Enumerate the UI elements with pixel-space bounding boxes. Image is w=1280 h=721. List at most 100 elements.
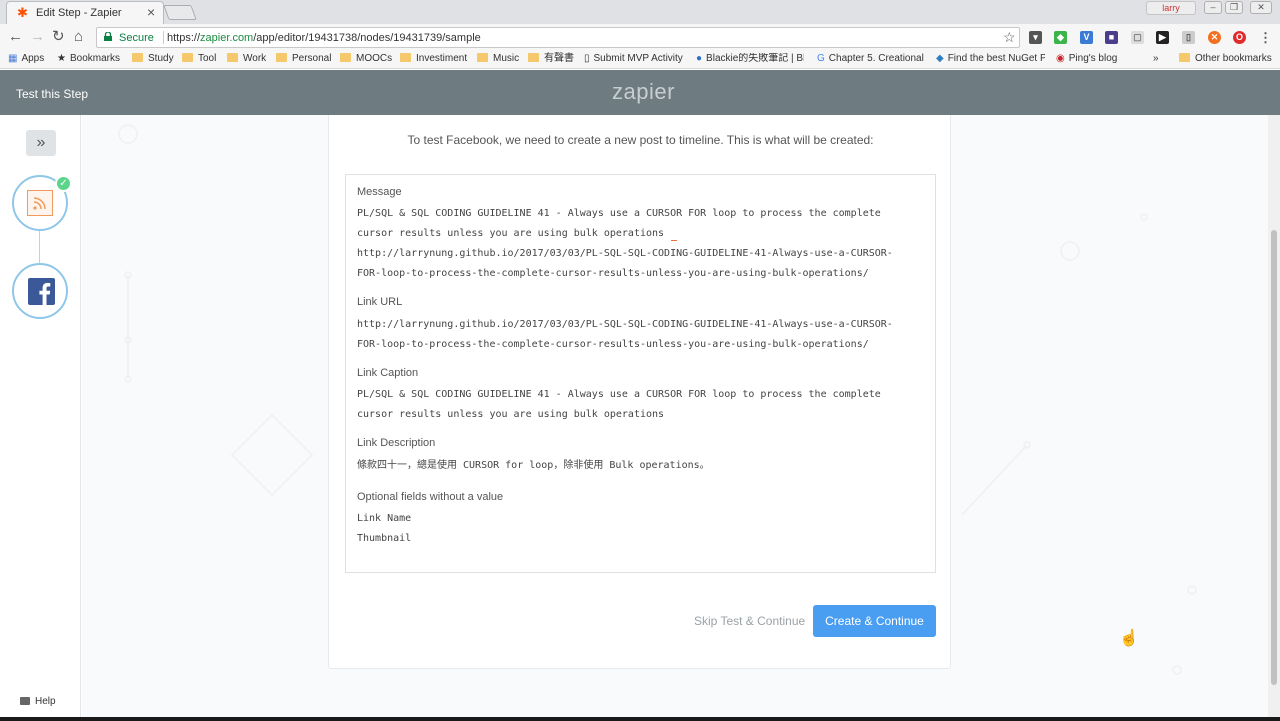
url-separator — [163, 31, 164, 44]
skip-test-button[interactable]: Skip Test & Continue — [694, 614, 805, 628]
link-caption-value-line-1: PL/SQL & SQL CODING GUIDELINE 41 - Alway… — [357, 389, 881, 400]
copy-extension-icon[interactable]: ▢ — [1131, 31, 1144, 44]
puzzle-extension-icon[interactable]: ■ — [1105, 31, 1118, 44]
bookmark-blackie[interactable]: ● Blackie的失敗筆記 | Bl — [696, 53, 804, 65]
link-caption-label: Link Caption — [357, 367, 419, 379]
help-button[interactable]: Help — [20, 696, 56, 707]
bookmark-nuget[interactable]: ◆ Find the best NuGet P — [936, 53, 1045, 65]
main-content: To test Facebook, we need to create a ne… — [82, 115, 1268, 717]
message-value-line-1: PL/SQL & SQL CODING GUIDELINE 41 - Alway… — [357, 208, 881, 219]
bookmarks-overflow-icon[interactable]: » — [1153, 53, 1159, 65]
tab-title: Edit Step - Zapier — [36, 7, 122, 19]
minimize-icon[interactable]: – — [1204, 1, 1222, 14]
bookmark-apps[interactable]: ▦ Apps — [8, 53, 44, 65]
folder-icon — [340, 53, 351, 62]
bookmark-other[interactable]: Other bookmarks — [1179, 53, 1272, 65]
bookmark-pings-blog[interactable]: ◉ Ping's blog — [1056, 53, 1117, 65]
menu-icon[interactable]: ⋮ — [1259, 31, 1272, 44]
url-text: https://zapier.com/app/editor/19431738/n… — [167, 32, 481, 44]
bookmark-bookmarks[interactable]: ★ Bookmarks — [57, 53, 120, 65]
folder-icon — [1179, 53, 1190, 62]
terminal-extension-icon[interactable]: ▶ — [1156, 31, 1169, 44]
app-header: Test this Step zapier — [0, 70, 1280, 115]
bookmark-submit-mvp[interactable]: ▯ Submit MVP Activity — [584, 53, 683, 65]
pinterest-icon: ◉ — [1056, 53, 1065, 64]
profile-button[interactable]: larry — [1146, 1, 1196, 15]
message-label: Message — [357, 186, 402, 198]
message-value-line-2: cursor results unless you are using bulk… — [357, 228, 665, 239]
apps-grid-icon: ▦ — [8, 53, 18, 64]
sample-data-panel: Message PL/SQL & SQL CODING GUIDELINE 41… — [345, 174, 936, 573]
blog-h-icon: ● — [696, 53, 703, 64]
message-value-line-4: FOR-loop-to-process-the-complete-cursor-… — [357, 268, 869, 279]
link-caption-value-line-2: cursor results unless you are using bulk… — [357, 409, 665, 420]
address-toolbar: ← → ↻ ⌂ Secure https://zapier.com/app/ed… — [0, 24, 1280, 50]
create-continue-button[interactable]: Create & Continue — [813, 605, 936, 637]
editor-sidebar: » ✓ Help — [0, 115, 81, 721]
home-icon[interactable]: ⌂ — [74, 28, 83, 46]
browser-tab-strip: ✱ Edit Step - Zapier × larry – ❐ ✕ — [0, 0, 1280, 24]
facebook-step-node[interactable] — [12, 263, 68, 319]
lock-icon — [104, 32, 112, 41]
back-icon[interactable]: ← — [8, 28, 23, 46]
tab-close-icon[interactable]: × — [147, 4, 155, 20]
link-description-value: 條款四十一，總是使用 CURSOR for loop，除非使用 Bulk ope… — [357, 460, 710, 471]
zapier-logo[interactable]: zapier — [612, 79, 675, 105]
link-url-value-line-1: http://larrynung.github.io/2017/03/03/PL… — [357, 319, 893, 330]
bookmarks-star-icon: ★ — [57, 53, 66, 64]
step-connector — [39, 231, 40, 263]
scrollbar-thumb[interactable] — [1271, 230, 1277, 685]
rss-icon — [27, 190, 53, 216]
vue-extension-icon[interactable]: V — [1080, 31, 1093, 44]
chat-icon — [20, 697, 30, 705]
bookmark-folder-tool[interactable]: Tool — [182, 53, 216, 65]
folder-icon — [276, 53, 287, 62]
bookmark-folder-music[interactable]: Music — [477, 53, 519, 65]
bookmark-folder-moocs[interactable]: MOOCs — [340, 53, 392, 65]
test-intro-text: To test Facebook, we need to create a ne… — [407, 133, 874, 147]
firefox-extension-icon[interactable]: ✕ — [1208, 31, 1221, 44]
page-scrollbar[interactable] — [1268, 115, 1280, 717]
folder-icon — [227, 53, 238, 62]
forward-icon[interactable]: → — [30, 28, 45, 46]
optional-fields-label: Optional fields without a value — [357, 491, 504, 503]
nuget-icon: ◆ — [936, 53, 944, 64]
folder-icon — [400, 53, 411, 62]
secure-label: Secure — [119, 32, 154, 44]
bookmark-folder-investiment[interactable]: Investiment — [400, 53, 467, 65]
pocket-extension-icon[interactable]: ▾ — [1029, 31, 1042, 44]
google-icon: G — [817, 53, 825, 64]
expand-sidebar-button[interactable]: » — [26, 130, 56, 156]
bookmark-star-icon[interactable]: ☆ — [1003, 29, 1016, 46]
folder-icon — [528, 53, 539, 62]
reader-extension-icon[interactable]: ▯ — [1182, 31, 1195, 44]
link-description-label: Link Description — [357, 437, 436, 449]
opera-extension-icon[interactable]: O — [1233, 31, 1246, 44]
folder-icon — [182, 53, 193, 62]
url-field[interactable]: Secure https://zapier.com/app/editor/194… — [96, 27, 1020, 48]
bookmarks-bar: ▦ Apps ★ Bookmarks Study Tool Work Persona… — [0, 50, 1280, 69]
feedly-extension-icon[interactable]: ◆ — [1054, 31, 1067, 44]
hand-cursor-icon: ☝ — [1119, 630, 1139, 647]
page-title: Test this Step — [16, 87, 89, 101]
folder-icon — [132, 53, 143, 62]
bookmark-folder-work[interactable]: Work — [227, 53, 266, 65]
link-url-value-line-2: FOR-loop-to-process-the-complete-cursor-… — [357, 339, 869, 350]
step-complete-check-icon: ✓ — [55, 175, 72, 192]
bookmark-folder-audiobooks[interactable]: 有聲書 — [528, 53, 574, 65]
zapier-favicon-icon: ✱ — [17, 5, 28, 20]
facebook-icon — [28, 278, 55, 305]
browser-tab-active[interactable]: ✱ Edit Step - Zapier × — [6, 1, 164, 24]
bookmark-chapter5[interactable]: G Chapter 5. Creational — [817, 53, 925, 65]
reload-icon[interactable]: ↻ — [52, 28, 65, 46]
text-caret — [671, 240, 677, 241]
optional-field-thumbnail: Thumbnail — [357, 533, 412, 544]
bookmark-folder-study[interactable]: Study — [132, 53, 174, 65]
new-tab-button[interactable] — [163, 5, 197, 20]
test-step-card: To test Facebook, we need to create a ne… — [328, 115, 951, 669]
folder-icon — [477, 53, 488, 62]
window-close-icon[interactable]: ✕ — [1250, 1, 1272, 14]
restore-icon[interactable]: ❐ — [1225, 1, 1243, 14]
window-bottom-edge — [0, 717, 1280, 721]
bookmark-folder-personal[interactable]: Personal — [276, 53, 331, 65]
